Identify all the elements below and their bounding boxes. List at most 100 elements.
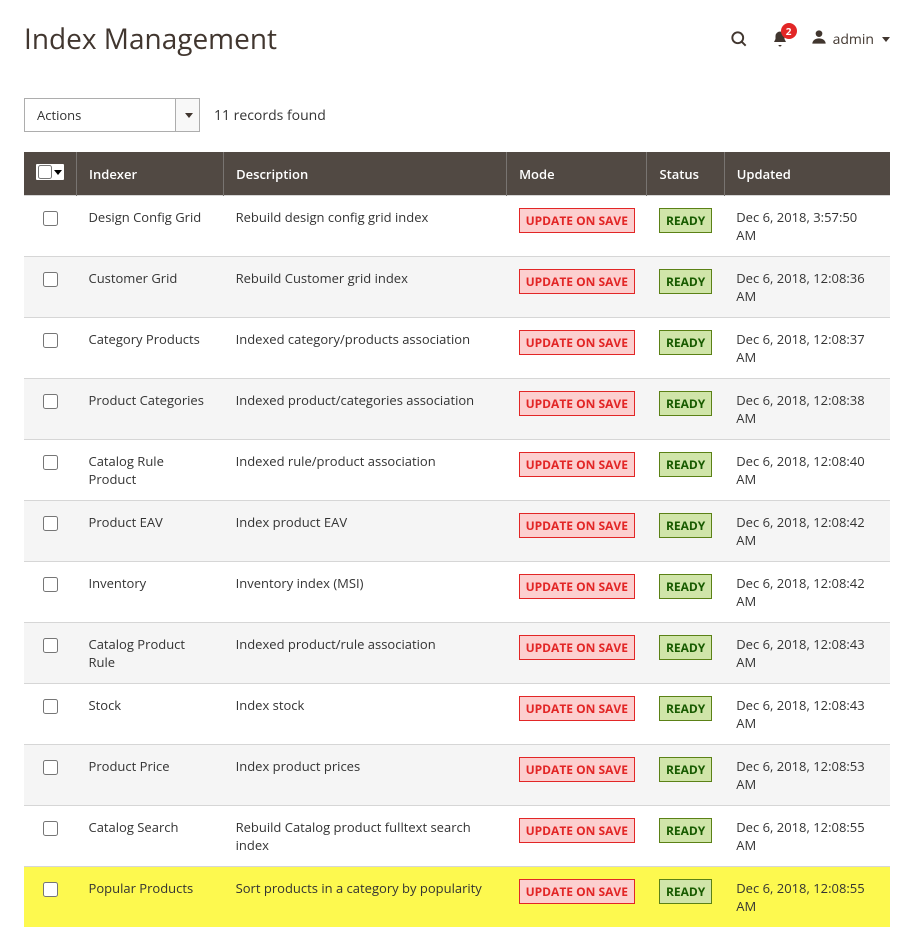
row-select-cell — [24, 440, 77, 501]
status-badge: READY — [659, 452, 712, 477]
actions-dropdown-toggle[interactable] — [175, 99, 199, 131]
table-row: Design Config GridRebuild design config … — [24, 196, 890, 257]
actions-dropdown[interactable]: Actions — [24, 98, 200, 132]
cell-description: Indexed product/categories association — [224, 379, 507, 440]
row-select-cell — [24, 196, 77, 257]
row-select-cell — [24, 745, 77, 806]
row-select-cell — [24, 684, 77, 745]
chevron-down-icon — [185, 113, 193, 118]
table-row: InventoryInventory index (MSI)UPDATE ON … — [24, 562, 890, 623]
row-select-checkbox[interactable] — [43, 211, 58, 226]
row-select-cell — [24, 806, 77, 867]
cell-updated: Dec 6, 2018, 12:08:37 AM — [724, 318, 890, 379]
search-icon[interactable] — [729, 29, 749, 49]
actions-dropdown-label: Actions — [25, 99, 175, 131]
row-select-cell — [24, 379, 77, 440]
status-badge: READY — [659, 513, 712, 538]
cell-description: Index stock — [224, 684, 507, 745]
cell-description: Index product prices — [224, 745, 507, 806]
cell-updated: Dec 6, 2018, 12:08:55 AM — [724, 867, 890, 928]
column-header-select[interactable] — [24, 152, 77, 196]
cell-indexer: Customer Grid — [77, 257, 224, 318]
cell-indexer: Product Price — [77, 745, 224, 806]
table-row: Popular ProductsSort products in a categ… — [24, 867, 890, 928]
row-select-checkbox[interactable] — [43, 821, 58, 836]
cell-mode: UPDATE ON SAVE — [507, 684, 647, 745]
column-header-updated[interactable]: Updated — [724, 152, 890, 196]
table-row: Catalog Product RuleIndexed product/rule… — [24, 623, 890, 684]
row-select-checkbox[interactable] — [43, 882, 58, 897]
table-row: Catalog SearchRebuild Catalog product fu… — [24, 806, 890, 867]
row-select-checkbox[interactable] — [43, 455, 58, 470]
mode-badge: UPDATE ON SAVE — [519, 635, 635, 660]
table-row: Product CategoriesIndexed product/catego… — [24, 379, 890, 440]
cell-mode: UPDATE ON SAVE — [507, 623, 647, 684]
cell-indexer: Stock — [77, 684, 224, 745]
mode-badge: UPDATE ON SAVE — [519, 696, 635, 721]
cell-updated: Dec 6, 2018, 12:08:43 AM — [724, 623, 890, 684]
page-header: Index Management 2 admin — [24, 20, 890, 58]
cell-description: Indexed product/rule association — [224, 623, 507, 684]
status-badge: READY — [659, 818, 712, 843]
status-badge: READY — [659, 635, 712, 660]
cell-description: Sort products in a category by popularit… — [224, 867, 507, 928]
cell-mode: UPDATE ON SAVE — [507, 379, 647, 440]
grid-toolbar: Actions 11 records found — [24, 98, 890, 132]
column-header-status[interactable]: Status — [647, 152, 724, 196]
row-select-checkbox[interactable] — [43, 699, 58, 714]
mode-badge: UPDATE ON SAVE — [519, 879, 635, 904]
status-badge: READY — [659, 269, 712, 294]
mode-badge: UPDATE ON SAVE — [519, 208, 635, 233]
select-all-checkbox[interactable] — [38, 165, 52, 179]
row-select-checkbox[interactable] — [43, 272, 58, 287]
row-select-checkbox[interactable] — [43, 760, 58, 775]
row-select-cell — [24, 501, 77, 562]
row-select-cell — [24, 867, 77, 928]
column-header-description[interactable]: Description — [224, 152, 507, 196]
table-row: Category ProductsIndexed category/produc… — [24, 318, 890, 379]
row-select-cell — [24, 257, 77, 318]
column-header-indexer[interactable]: Indexer — [77, 152, 224, 196]
chevron-down-icon — [882, 37, 890, 42]
row-select-checkbox[interactable] — [43, 638, 58, 653]
cell-indexer: Product EAV — [77, 501, 224, 562]
row-select-checkbox[interactable] — [43, 516, 58, 531]
cell-mode: UPDATE ON SAVE — [507, 745, 647, 806]
mode-badge: UPDATE ON SAVE — [519, 452, 635, 477]
row-select-cell — [24, 562, 77, 623]
cell-updated: Dec 6, 2018, 12:08:38 AM — [724, 379, 890, 440]
status-badge: READY — [659, 696, 712, 721]
row-select-checkbox[interactable] — [43, 394, 58, 409]
notifications-icon[interactable]: 2 — [771, 29, 789, 49]
column-header-mode[interactable]: Mode — [507, 152, 647, 196]
status-badge: READY — [659, 574, 712, 599]
cell-status: READY — [647, 745, 724, 806]
notifications-count-badge: 2 — [781, 23, 797, 39]
mode-badge: UPDATE ON SAVE — [519, 269, 635, 294]
cell-mode: UPDATE ON SAVE — [507, 501, 647, 562]
table-row: Catalog Rule ProductIndexed rule/product… — [24, 440, 890, 501]
cell-updated: Dec 6, 2018, 12:08:53 AM — [724, 745, 890, 806]
row-select-checkbox[interactable] — [43, 333, 58, 348]
cell-mode: UPDATE ON SAVE — [507, 440, 647, 501]
cell-status: READY — [647, 867, 724, 928]
mode-badge: UPDATE ON SAVE — [519, 330, 635, 355]
status-badge: READY — [659, 879, 712, 904]
cell-mode: UPDATE ON SAVE — [507, 806, 647, 867]
mode-badge: UPDATE ON SAVE — [519, 513, 635, 538]
cell-indexer: Catalog Product Rule — [77, 623, 224, 684]
cell-status: READY — [647, 562, 724, 623]
user-menu[interactable]: admin — [811, 28, 890, 51]
cell-status: READY — [647, 623, 724, 684]
cell-status: READY — [647, 257, 724, 318]
cell-updated: Dec 6, 2018, 12:08:55 AM — [724, 806, 890, 867]
cell-description: Indexed rule/product association — [224, 440, 507, 501]
cell-description: Inventory index (MSI) — [224, 562, 507, 623]
cell-status: READY — [647, 440, 724, 501]
cell-mode: UPDATE ON SAVE — [507, 867, 647, 928]
status-badge: READY — [659, 330, 712, 355]
cell-updated: Dec 6, 2018, 12:08:42 AM — [724, 562, 890, 623]
row-select-checkbox[interactable] — [43, 577, 58, 592]
table-row: Product PriceIndex product pricesUPDATE … — [24, 745, 890, 806]
cell-indexer: Inventory — [77, 562, 224, 623]
